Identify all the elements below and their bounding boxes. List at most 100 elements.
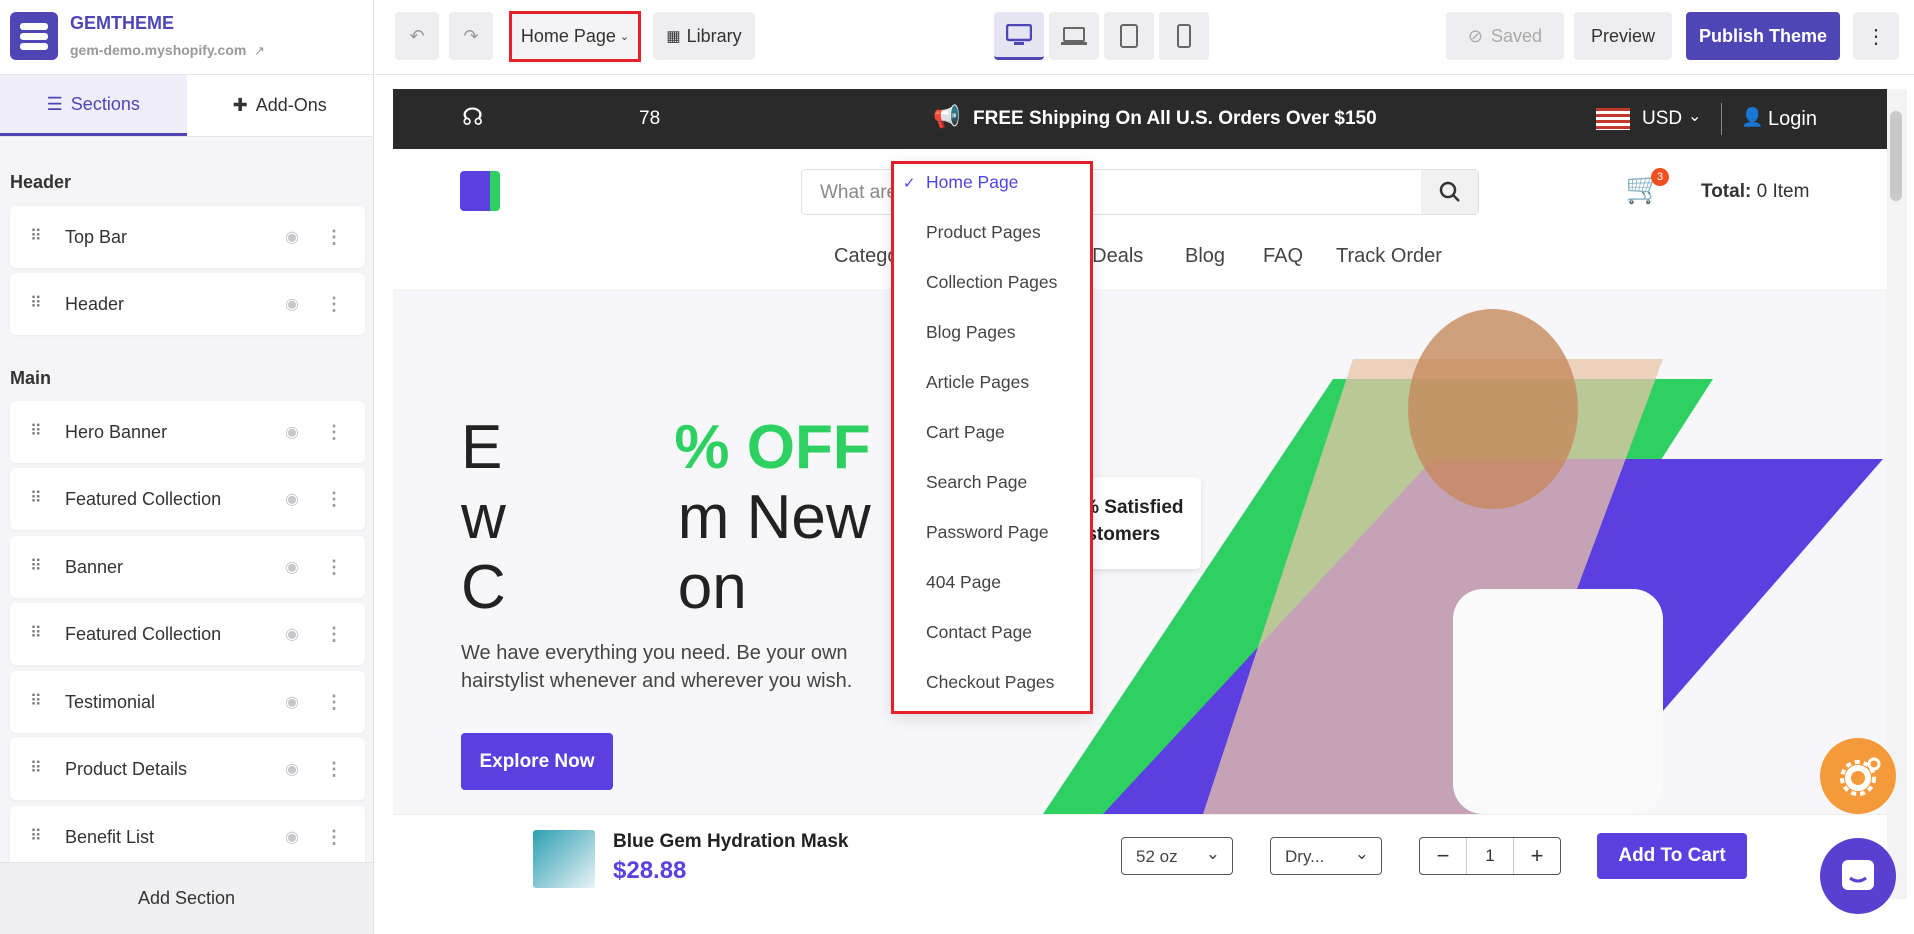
more-vertical-icon[interactable]: ⋮ [325,624,343,645]
page-select-label: Home Page [520,25,616,46]
more-vertical-icon[interactable]: ⋮ [325,294,343,315]
size-select[interactable]: 52 oz ⌄ [1121,837,1233,875]
publish-theme-button[interactable]: Publish Theme [1686,12,1840,60]
tablet-view-icon[interactable] [1104,12,1154,60]
quantity-value[interactable]: 1 [1467,838,1513,874]
undo-icon[interactable]: ↶ [395,12,439,60]
drag-handle-icon[interactable]: ⠿ [30,559,46,575]
drag-handle-icon[interactable]: ⠿ [30,491,46,507]
tab-sections[interactable]: ☰ Sections [0,75,187,136]
chevron-down-icon: ⌄ [1688,108,1702,125]
more-options-icon[interactable]: ⋮ [1853,12,1899,60]
drag-handle-icon[interactable]: ⠿ [30,626,46,642]
eye-icon[interactable]: ◉ [285,227,299,247]
check-circle-icon: ⊘ [1467,25,1484,46]
eye-icon[interactable]: ◉ [285,827,299,847]
section-label: Top Bar [65,226,128,247]
page-option-product[interactable]: Product Pages [926,222,1041,243]
page-option-blog[interactable]: Blog Pages [926,322,1016,343]
add-section-button[interactable]: Add Section [0,862,373,934]
drag-handle-icon[interactable]: ⠿ [30,694,46,710]
drag-handle-icon[interactable]: ⠿ [30,761,46,777]
eye-icon[interactable]: ◉ [285,692,299,712]
page-option-search[interactable]: Search Page [926,472,1027,493]
mobile-view-icon[interactable] [1159,12,1209,60]
drag-handle-icon[interactable]: ⠿ [30,829,46,845]
section-item-product-details[interactable]: ⠿ Product Details ◉ ⋮ [10,738,365,800]
more-vertical-icon[interactable]: ⋮ [325,489,343,510]
eye-icon[interactable]: ◉ [285,624,299,644]
group-main-title: Main [10,368,52,388]
section-item-testimonial[interactable]: ⠿ Testimonial ◉ ⋮ [10,671,365,733]
redo-icon[interactable]: ↷ [449,12,493,60]
nav-track-order[interactable]: Track Order [1336,245,1442,268]
section-label: Featured Collection [65,623,222,644]
drag-handle-icon[interactable]: ⠿ [30,424,46,440]
desktop-view-icon[interactable] [994,12,1044,60]
page-option-article[interactable]: Article Pages [926,372,1029,393]
section-item-header[interactable]: ⠿ Header ◉ ⋮ [10,273,365,335]
saved-button[interactable]: ⊘ Saved [1446,12,1564,60]
more-vertical-icon[interactable]: ⋮ [325,422,343,443]
section-item-top-bar[interactable]: ⠿ Top Bar ◉ ⋮ [10,206,365,268]
cart-total: Total: 0 Item [1701,181,1809,203]
check-icon: ✓ [903,175,916,192]
hero-banner: E % OFF w m New Con We have everything you… [393,289,1887,814]
more-vertical-icon[interactable]: ⋮ [325,692,343,713]
settings-gear-icon[interactable] [1820,738,1896,814]
minus-icon[interactable]: − [1420,838,1467,874]
more-vertical-icon[interactable]: ⋮ [325,557,343,578]
library-button[interactable]: ▦ Library [653,12,755,60]
store-logo-icon[interactable] [460,171,500,211]
section-item-featured-collection[interactable]: ⠿ Featured Collection ◉ ⋮ [10,468,365,530]
section-item-featured-collection-2[interactable]: ⠿ Featured Collection ◉ ⋮ [10,603,365,665]
page-option-cart[interactable]: Cart Page [926,422,1005,443]
plus-icon[interactable]: + [1513,838,1560,874]
eye-icon[interactable]: ◉ [285,489,299,509]
hero-title-discount: % OFF [674,413,871,482]
us-flag-icon[interactable] [1596,108,1630,130]
page-option-contact[interactable]: Contact Page [926,622,1032,643]
add-to-cart-button[interactable]: Add To Cart [1597,833,1747,879]
login-link[interactable]: Login [1768,108,1817,131]
drag-handle-icon[interactable]: ⠿ [30,296,46,312]
page-option-checkout[interactable]: Checkout Pages [926,672,1054,693]
chat-icon[interactable] [1820,838,1896,914]
store-url[interactable]: gem-demo.myshopify.com [70,42,246,58]
user-icon: 👤 [1741,107,1764,127]
drag-handle-icon[interactable]: ⠿ [30,229,46,245]
external-link-icon[interactable]: ↗ [254,43,265,59]
library-label: Library [686,25,742,46]
eye-icon[interactable]: ◉ [285,422,299,442]
eye-icon[interactable]: ◉ [285,557,299,577]
eye-icon[interactable]: ◉ [285,759,299,779]
nav-blog[interactable]: Blog [1185,245,1225,268]
currency-select[interactable]: USD [1642,108,1682,130]
page-select-dropdown[interactable]: Home Page ⌄ [512,12,638,60]
nav-faq[interactable]: FAQ [1263,245,1303,268]
total-value: 0 Item [1756,181,1810,202]
preview-button[interactable]: Preview [1574,12,1672,60]
hero-title-part: on [677,553,747,622]
more-vertical-icon[interactable]: ⋮ [325,827,343,848]
section-item-benefit-list[interactable]: ⠿ Benefit List ◉ ⋮ [10,806,365,868]
explore-now-button[interactable]: Explore Now [461,733,613,790]
page-option-404[interactable]: 404 Page [926,572,1001,593]
more-vertical-icon[interactable]: ⋮ [325,227,343,248]
eye-icon[interactable]: ◉ [285,294,299,314]
product-price: $28.88 [613,857,687,884]
more-vertical-icon[interactable]: ⋮ [325,759,343,780]
app-logo-icon[interactable] [10,12,58,60]
variant-select[interactable]: Dry... ⌄ [1270,837,1382,875]
group-header-title: Header [10,172,72,192]
search-icon[interactable] [1421,170,1478,214]
section-item-hero-banner[interactable]: ⠿ Hero Banner ◉ ⋮ [10,401,365,463]
page-option-home[interactable]: Home Page [926,172,1018,193]
laptop-view-icon[interactable] [1049,12,1099,60]
tab-addons[interactable]: ✚ Add-Ons [187,75,374,136]
section-label: Banner [65,556,124,577]
page-option-password[interactable]: Password Page [926,522,1049,543]
section-item-banner[interactable]: ⠿ Banner ◉ ⋮ [10,536,365,598]
page-option-collection[interactable]: Collection Pages [926,272,1057,293]
section-label: Testimonial [65,691,156,712]
